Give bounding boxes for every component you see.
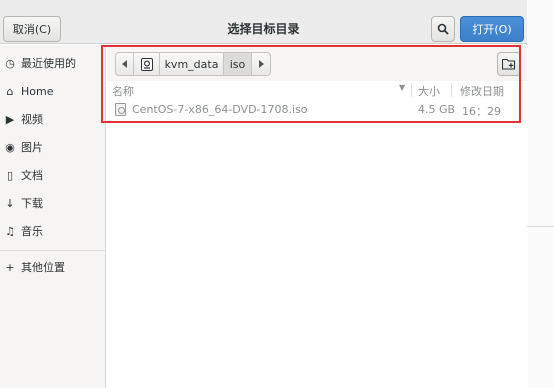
sidebar-item-recent[interactable]: ◷ 最近使用的 [0,51,106,75]
plus-icon: + [5,260,15,274]
column-size-header[interactable]: 大小 [418,83,440,99]
sidebar-item-videos[interactable]: ▶ 视频 [0,107,106,131]
clock-icon: ◷ [5,56,15,70]
music-icon: ♫ [5,224,15,238]
drive-icon [140,57,153,71]
dialog-header: 取消(C) 选择目标目录 打开(O) [0,0,527,44]
sidebar-item-label: 文档 [21,169,43,182]
column-date-header[interactable]: 修改日期 [460,83,504,99]
sidebar-item-pictures[interactable]: ◉ 图片 [0,135,106,159]
file-list-header: 名称 ▼ 大小 修改日期 [107,81,527,99]
column-divider [411,83,412,97]
path-scroll-right-button[interactable] [252,53,270,75]
download-icon: ↓ [5,196,15,210]
file-chooser-dialog: 取消(C) 选择目标目录 打开(O) ◷ 最近使用的 ⌂ Home ▶ 视频 ◉… [0,0,527,388]
sidebar-item-label: 其他位置 [21,261,65,274]
search-button[interactable] [431,16,455,42]
path-segment-kvm-data[interactable]: kvm_data [160,53,224,75]
sort-down-icon: ▼ [399,83,406,92]
document-icon: ▯ [6,168,14,182]
sidebar-item-documents[interactable]: ▯ 文档 [0,163,106,187]
disc-image-icon [115,103,126,116]
sidebar-item-music[interactable]: ♫ 音乐 [0,219,106,243]
new-folder-button[interactable] [497,52,521,76]
sidebar-item-label: 下载 [21,197,43,210]
path-scroll-left-button[interactable] [116,53,134,75]
file-name: CentOS-7-x86_64-DVD-1708.iso [132,103,308,116]
sidebar-separator [0,250,106,251]
search-icon [437,23,449,35]
path-segment-iso[interactable]: iso [224,53,252,75]
chevron-left-icon [121,60,127,68]
sidebar-item-home[interactable]: ⌂ Home [0,79,106,103]
file-size: 4.5 GB [418,103,456,116]
file-modified-date: 16：29 [462,105,501,118]
location-toolbar: kvm_data iso [107,45,527,81]
sidebar-item-label: 视频 [21,113,43,126]
open-button[interactable]: 打开(O) [460,16,524,42]
sidebar-item-label: 最近使用的 [21,57,76,70]
file-row[interactable]: CentOS-7-x86_64-DVD-1708.iso 4.5 GB 16：2… [107,101,527,119]
path-segment-drive[interactable] [134,53,160,75]
sidebar-item-label: Home [21,84,54,98]
path-bar: kvm_data iso [115,52,271,76]
sidebar-item-label: 图片 [21,141,43,154]
home-icon: ⌂ [6,84,14,98]
camera-icon: ◉ [5,140,15,154]
column-name-header[interactable]: 名称 [112,83,134,99]
chevron-right-icon [259,60,264,68]
sidebar-item-label: 音乐 [21,225,43,238]
video-icon: ▶ [5,112,15,126]
file-browser: kvm_data iso 名称 ▼ 大小 修改日期 CentOS-7-x86_6… [107,45,527,388]
new-folder-icon [502,58,516,70]
sidebar-item-downloads[interactable]: ↓ 下载 [0,191,106,215]
places-sidebar: ◷ 最近使用的 ⌂ Home ▶ 视频 ◉ 图片 ▯ 文档 ↓ 下载 ♫ 音乐 … [0,45,106,388]
column-divider [451,83,452,97]
sidebar-item-other-locations[interactable]: + 其他位置 [0,255,106,279]
